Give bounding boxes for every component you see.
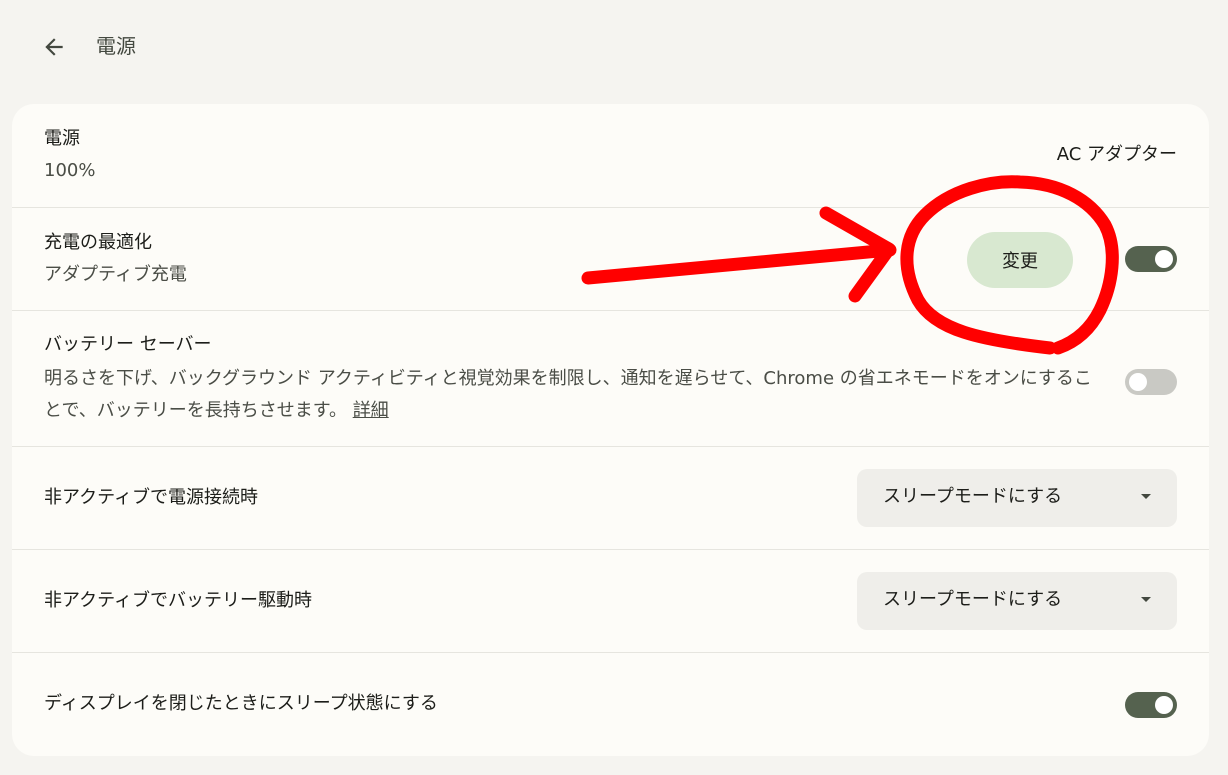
idle-battery-select[interactable]: スリープモードにする: [857, 572, 1177, 630]
idle-battery-row: 非アクティブでバッテリー駆動時 スリープモードにする: [12, 550, 1209, 652]
charging-optimization-subtitle: アダプティブ充電: [44, 264, 187, 285]
charging-optimization-row: 充電の最適化 アダプティブ充電 変更: [12, 208, 1209, 310]
power-source-row: 電源 100% AC アダプター: [12, 104, 1209, 207]
toggle-knob: [1155, 696, 1173, 714]
learn-more-link[interactable]: 詳細: [353, 400, 389, 421]
idle-plugged-select[interactable]: スリープモードにする: [857, 469, 1177, 527]
battery-saver-title: バッテリー セーバー: [44, 334, 212, 355]
page-header: 電源: [0, 0, 1228, 92]
lid-close-toggle[interactable]: [1125, 692, 1177, 718]
idle-plugged-row: 非アクティブで電源接続時 スリープモードにする: [12, 447, 1209, 549]
battery-saver-description-text: 明るさを下げ、バックグラウンド アクティビティと視覚効果を制限し、通知を遅らせて…: [44, 368, 1092, 421]
idle-battery-select-value: スリープモードにする: [883, 589, 1063, 610]
back-button[interactable]: [36, 30, 72, 64]
charging-optimization-toggle[interactable]: [1125, 246, 1177, 272]
idle-plugged-select-value: スリープモードにする: [883, 486, 1063, 507]
battery-level: 100%: [44, 160, 96, 181]
power-source-title: 電源: [44, 128, 80, 149]
dropdown-arrow-icon: [1141, 597, 1151, 602]
lid-close-title: ディスプレイを閉じたときにスリープ状態にする: [44, 693, 438, 714]
page-title: 電源: [96, 34, 136, 58]
arrow-back-icon: [45, 38, 63, 56]
idle-battery-title: 非アクティブでバッテリー駆動時: [44, 590, 313, 611]
dropdown-arrow-icon: [1141, 494, 1151, 499]
battery-saver-row: バッテリー セーバー 明るさを下げ、バックグラウンド アクティビティと視覚効果を…: [12, 311, 1209, 446]
charging-optimization-title: 充電の最適化: [44, 232, 152, 253]
lid-close-row: ディスプレイを閉じたときにスリープ状態にする: [12, 653, 1209, 756]
idle-plugged-title: 非アクティブで電源接続時: [44, 487, 259, 508]
toggle-knob: [1155, 250, 1173, 268]
battery-saver-description: 明るさを下げ、バックグラウンド アクティビティと視覚効果を制限し、通知を遅らせて…: [44, 363, 1094, 427]
battery-saver-toggle[interactable]: [1125, 369, 1177, 395]
change-button[interactable]: 変更: [967, 232, 1073, 288]
toggle-knob: [1129, 373, 1147, 391]
power-source-value: AC アダプター: [1056, 144, 1177, 165]
power-settings-card: 電源 100% AC アダプター 充電の最適化 アダプティブ充電 変更 バッテリ…: [12, 104, 1209, 756]
